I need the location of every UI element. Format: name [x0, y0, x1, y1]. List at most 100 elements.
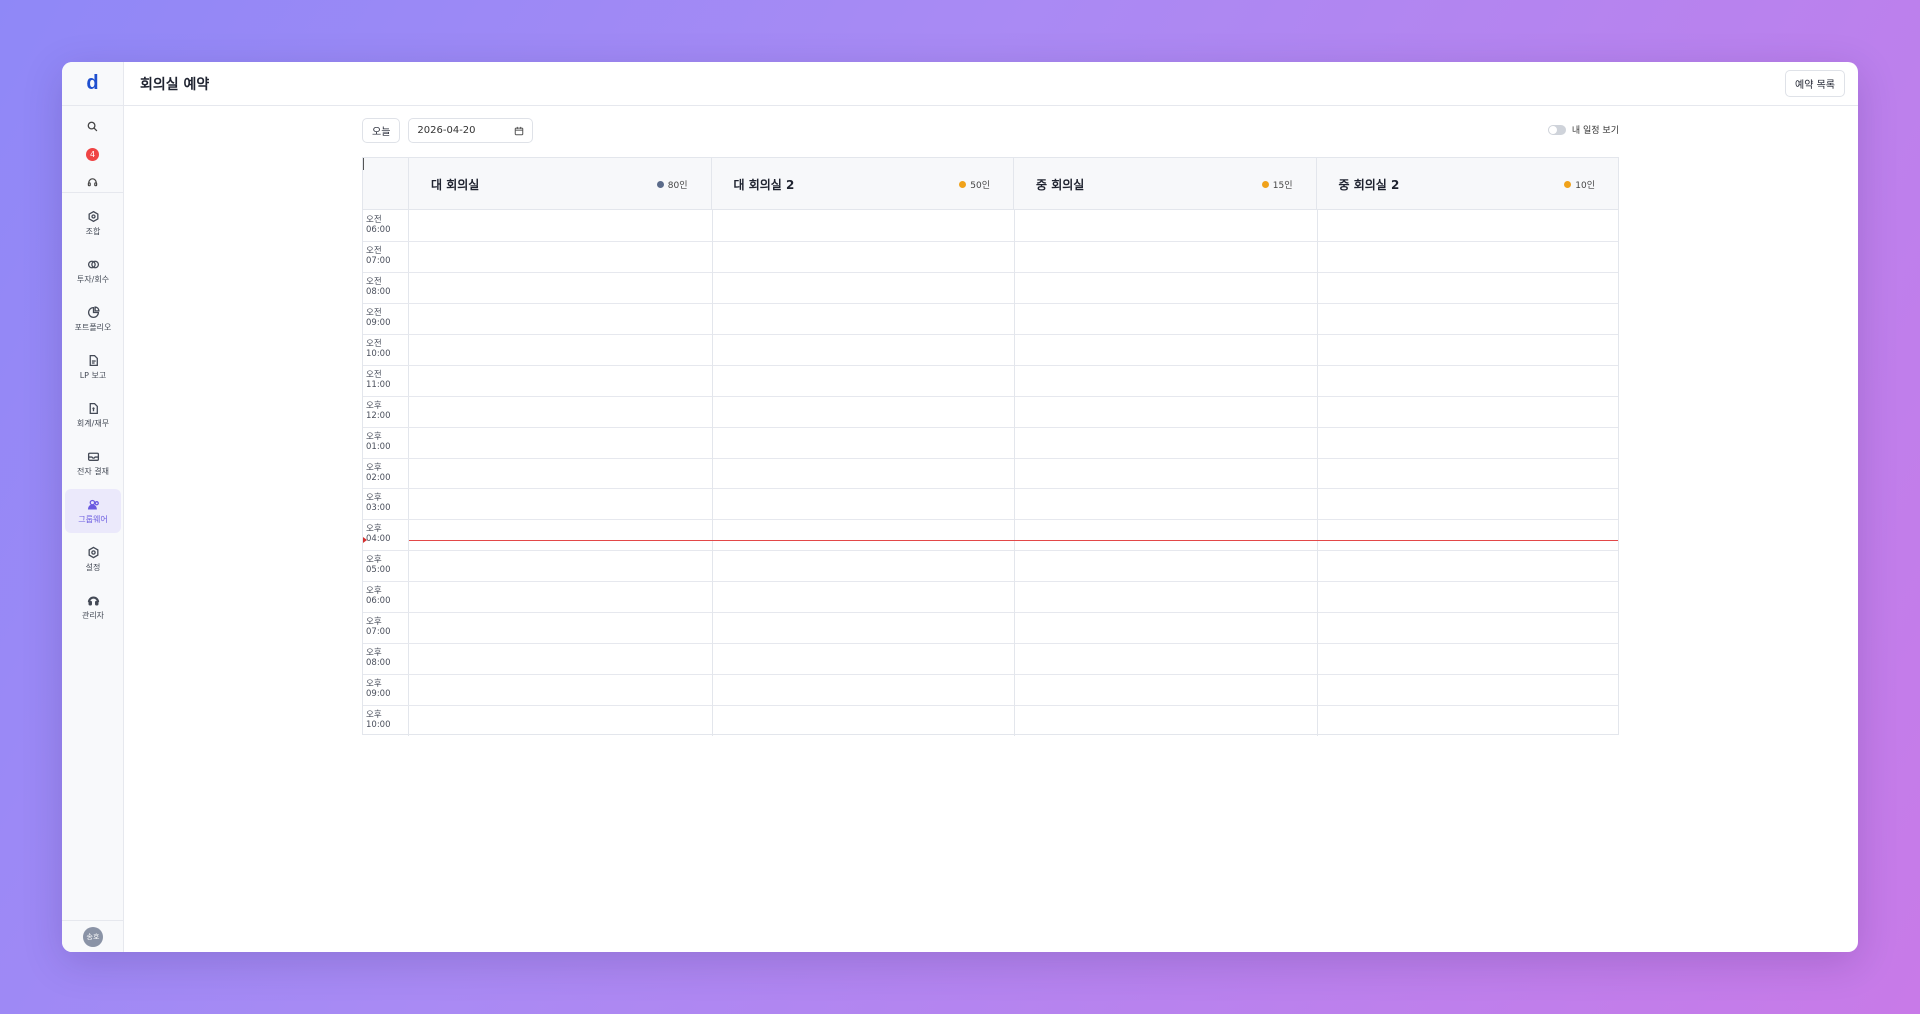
sidebar-item-7[interactable]: 설정: [65, 537, 121, 581]
today-button[interactable]: 오늘: [362, 118, 401, 143]
hour-gridline: [363, 333, 1618, 335]
avatar[interactable]: 송호: [83, 926, 103, 947]
room-header: 중 회의실 15인: [1014, 158, 1317, 210]
sidebar-item-label: 회계/재무: [76, 418, 110, 428]
sidebar-item-label: 포트폴리오: [74, 322, 112, 332]
time-label: 오후 08:00: [363, 643, 409, 675]
hour-gridline: [363, 426, 1618, 428]
time-label: 오후 10:00: [363, 705, 409, 737]
sidebar-item-8[interactable]: 관리자: [65, 585, 121, 629]
sidebar-item-6[interactable]: 그룹웨어: [65, 489, 121, 533]
investment-icon: [87, 260, 99, 268]
user-area: 송호: [62, 920, 124, 952]
page-title: 회의실 예약: [140, 76, 210, 93]
status-dot: [1564, 180, 1572, 188]
main-content: 오늘 2026-04-20 내 일정 보기 대 회의실 80인 대 회의실 2 50인…: [124, 106, 1858, 952]
support-button[interactable]: [62, 168, 123, 196]
hour-gridline: [363, 612, 1618, 614]
sidebar-item-1[interactable]: 투자/회수: [65, 249, 121, 293]
notifications-button[interactable]: 4: [62, 140, 123, 168]
groupware-icon: [87, 499, 99, 509]
status-dot: [959, 180, 967, 188]
hour-gridline: [363, 519, 1618, 521]
search-button[interactable]: [62, 112, 123, 140]
sidebar-item-0[interactable]: 조합: [65, 201, 121, 245]
time-label: 오후 06:00: [363, 581, 409, 613]
room-name: 대 회의실 2: [733, 177, 795, 192]
text-cursor: [363, 158, 364, 170]
calendar-icon: [515, 126, 524, 135]
status-dot: [1261, 180, 1269, 188]
hour-gridline: [363, 550, 1618, 552]
capacity-value: 15인: [1272, 180, 1293, 191]
room-header: 대 회의실 2 50인: [712, 158, 1014, 210]
time-label: 오전 07:00: [363, 240, 409, 272]
time-label: 오전 06:00: [363, 210, 409, 241]
approval-icon: [87, 452, 99, 461]
time-label: 오전 11:00: [363, 364, 409, 396]
toggle-switch[interactable]: [1547, 124, 1566, 135]
sidebar-nav: 조합투자/회수포트폴리오 LP 보고회계/재무전자 결재그룹웨어설정관리자: [62, 193, 123, 629]
sidebar: d 4 조합투자/회수포트폴리오 LP 보고회계/재무전자 결재그룹웨어설정관리자…: [62, 62, 124, 952]
time-label: 오전 08:00: [363, 271, 409, 303]
time-label: 오후 05:00: [363, 550, 409, 582]
sidebar-item-label: 전자 결재: [77, 466, 109, 476]
time-label: 오후 02:00: [363, 457, 409, 489]
hour-gridline: [363, 302, 1618, 304]
current-time-line: [409, 539, 1618, 541]
date-value: 2026-04-20: [417, 125, 476, 136]
time-label: 오후 03:00: [363, 488, 409, 520]
hour-gridline: [363, 271, 1618, 273]
sidebar-item-5[interactable]: 전자 결재: [65, 441, 121, 485]
sidebar-item-4[interactable]: 회계/재무: [65, 393, 121, 437]
time-label: 오전 10:00: [363, 333, 409, 365]
logo[interactable]: d: [62, 62, 123, 106]
capacity-value: 10인: [1575, 180, 1595, 191]
status-dot: [656, 180, 664, 188]
hour-gridline: [363, 674, 1618, 676]
time-label: 오전 09:00: [363, 302, 409, 334]
hour-gridline: [363, 240, 1618, 242]
sidebar-utility-icons: 4: [62, 106, 123, 193]
search-icon: [87, 121, 98, 131]
sidebar-item-2[interactable]: 포트폴리오: [65, 297, 121, 341]
room-column-divider: [1316, 210, 1318, 736]
hour-gridline: [363, 705, 1618, 707]
sidebar-item-label: 투자/회수: [76, 274, 110, 284]
time-label: 오후 07:00: [363, 612, 409, 644]
room-capacity: 80인: [656, 178, 688, 191]
room-column-divider: [711, 210, 713, 736]
reservation-list-button[interactable]: 예약 목록: [1785, 70, 1845, 97]
time-label: 오후 01:00: [363, 426, 409, 458]
room-capacity: 15인: [1261, 178, 1293, 191]
room-capacity: 50인: [959, 178, 990, 191]
room-capacity: 10인: [1564, 178, 1595, 191]
sidebar-item-label: 관리자: [81, 610, 105, 620]
room-name: 대 회의실: [431, 177, 480, 192]
report-icon: [89, 354, 98, 366]
page-header: 회의실 예약 예약 목록: [124, 62, 1858, 106]
time-label: 오후 12:00: [363, 395, 409, 427]
sidebar-item-label: LP 보고: [79, 370, 107, 380]
room-name: 중 회의실: [1036, 177, 1085, 192]
hour-gridline: [363, 643, 1618, 645]
sidebar-item-label: 설정: [85, 562, 101, 572]
grid-body[interactable]: 오전 06:00 오전 07:00 오전 08:00 오전 09:00 오전 10:00…: [363, 210, 1618, 737]
grid-header: 대 회의실 80인 대 회의실 2 50인 중 회의실 15인 중 회의실 2 10인: [363, 158, 1619, 210]
my-schedule-toggle[interactable]: 내 일정 보기: [1547, 123, 1619, 136]
admin-icon: [87, 596, 99, 605]
date-picker[interactable]: 2026-04-20: [408, 118, 534, 143]
time-label: 오후 09:00: [363, 674, 409, 706]
capacity-value: 50인: [970, 180, 990, 191]
room-name: 중 회의실 2: [1338, 177, 1400, 192]
room-header: 대 회의실 80인: [409, 158, 712, 210]
sidebar-item-3[interactable]: LP 보고: [65, 345, 121, 389]
portfolio-icon: [87, 305, 100, 318]
my-schedule-label: 내 일정 보기: [1571, 126, 1619, 136]
union-icon: [88, 210, 98, 222]
accounting-icon: [89, 402, 98, 414]
time-label: 오후 04:00: [363, 519, 409, 551]
logo-text: d: [86, 72, 99, 94]
hour-gridline: [363, 488, 1618, 490]
sidebar-item-label: 조합: [85, 226, 101, 236]
